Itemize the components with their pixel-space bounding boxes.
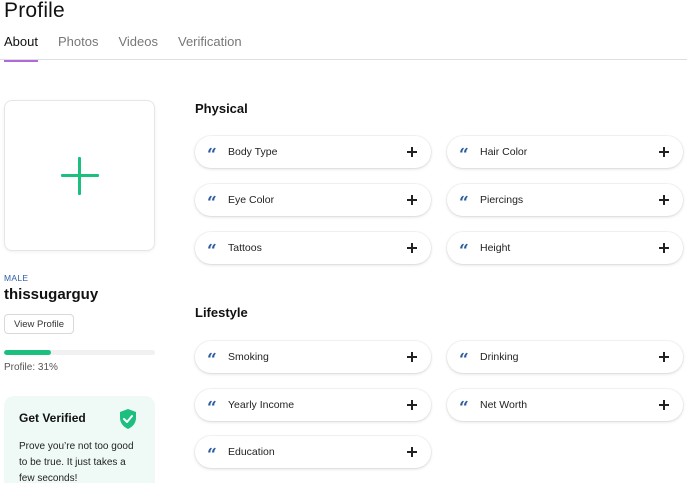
quote-icon: “ — [207, 444, 217, 465]
page-title: Profile — [4, 0, 65, 22]
plus-icon — [60, 156, 99, 195]
plus-icon — [659, 195, 669, 205]
gender-label: MALE — [4, 273, 29, 283]
attribute-height[interactable]: “ Height — [447, 232, 683, 264]
attribute-label: Body Type — [228, 146, 278, 158]
attribute-label: Education — [228, 446, 275, 458]
section-title-physical: Physical — [195, 101, 248, 116]
attribute-label: Drinking — [480, 351, 519, 363]
plus-icon — [407, 243, 417, 253]
view-profile-button[interactable]: View Profile — [4, 314, 74, 334]
profile-page: Profile About Photos Videos Verification… — [0, 0, 687, 483]
attribute-label: Hair Color — [480, 146, 528, 158]
quote-icon: “ — [459, 144, 469, 165]
get-verified-text: Prove you’re not too good to be true. It… — [19, 441, 134, 483]
plus-icon — [659, 352, 669, 362]
quote-icon: “ — [459, 240, 469, 261]
attribute-smoking[interactable]: “ Smoking — [195, 341, 431, 373]
quote-icon: “ — [207, 397, 217, 418]
plus-icon — [407, 147, 417, 157]
attribute-label: Eye Color — [228, 194, 275, 206]
attribute-drinking[interactable]: “ Drinking — [447, 341, 683, 373]
attribute-piercings[interactable]: “ Piercings — [447, 184, 683, 216]
tabs-divider — [0, 59, 687, 60]
quote-icon: “ — [207, 192, 217, 213]
attribute-label: Height — [480, 242, 511, 254]
attribute-yearly-income[interactable]: “ Yearly Income — [195, 389, 431, 421]
profile-progress-bar — [4, 350, 155, 355]
quote-icon: “ — [459, 192, 469, 213]
tab-photos[interactable]: Photos — [58, 34, 98, 62]
attribute-net-worth[interactable]: “ Net Worth — [447, 389, 683, 421]
tab-videos[interactable]: Videos — [118, 34, 158, 62]
attribute-label: Yearly Income — [228, 399, 295, 411]
attribute-education[interactable]: “ Education — [195, 436, 431, 468]
quote-icon: “ — [459, 349, 469, 370]
attribute-body-type[interactable]: “ Body Type — [195, 136, 431, 168]
plus-icon — [407, 352, 417, 362]
attribute-tattoos[interactable]: “ Tattoos — [195, 232, 431, 264]
username: thissugarguy — [4, 286, 99, 303]
quote-icon: “ — [207, 349, 217, 370]
attribute-label: Tattoos — [228, 242, 262, 254]
profile-progress-label: Profile: 31% — [4, 362, 58, 373]
plus-icon — [407, 447, 417, 457]
attribute-label: Piercings — [480, 194, 524, 206]
get-verified-card[interactable]: Get Verified Prove you’re not too good t… — [4, 396, 155, 483]
tab-verification[interactable]: Verification — [178, 34, 242, 62]
attribute-eye-color[interactable]: “ Eye Color — [195, 184, 431, 216]
tab-bar: About Photos Videos Verification — [4, 34, 262, 62]
add-photo-card[interactable] — [4, 100, 155, 251]
plus-icon — [659, 400, 669, 410]
attribute-hair-color[interactable]: “ Hair Color — [447, 136, 683, 168]
plus-icon — [407, 400, 417, 410]
plus-icon — [659, 147, 669, 157]
plus-icon — [407, 195, 417, 205]
tab-about[interactable]: About — [4, 34, 38, 62]
plus-icon — [659, 243, 669, 253]
quote-icon: “ — [207, 240, 217, 261]
quote-icon: “ — [207, 144, 217, 165]
shield-check-icon — [120, 409, 136, 429]
attribute-label: Net Worth — [480, 399, 528, 411]
section-title-lifestyle: Lifestyle — [195, 305, 248, 320]
profile-progress-fill — [4, 350, 51, 355]
attribute-label: Smoking — [228, 351, 269, 363]
quote-icon: “ — [459, 397, 469, 418]
